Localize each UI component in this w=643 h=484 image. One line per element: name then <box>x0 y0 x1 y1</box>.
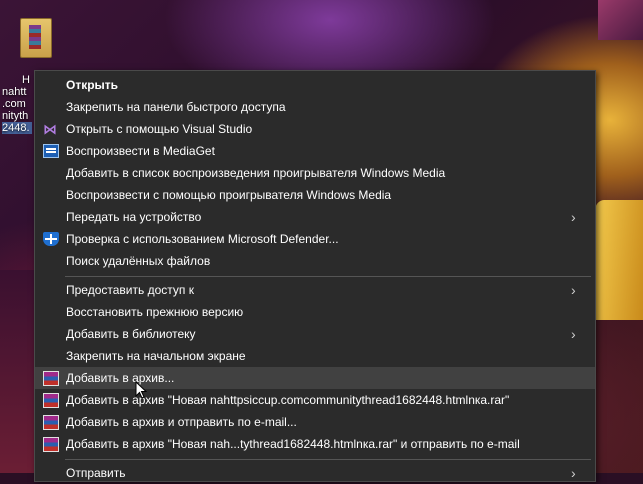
chevron-right-icon: › <box>571 465 576 481</box>
menu-item-label: Восстановить прежнюю версию <box>66 305 244 319</box>
menu-item-label: Открыть с помощью Visual Studio <box>66 122 253 136</box>
menu-item-add-to-archive[interactable]: Добавить в архив... <box>35 367 595 389</box>
visual-studio-icon: ⋈ <box>43 121 57 137</box>
winrar-icon <box>43 437 59 452</box>
desktop-icon-label: nahtt <box>2 86 27 98</box>
desktop-icon-label: nityth <box>2 110 29 122</box>
desktop-icon-label: .com <box>2 98 26 110</box>
menu-item-label: Проверка с использованием Microsoft Defe… <box>66 232 339 246</box>
menu-item-send-to[interactable]: Отправить › <box>35 462 595 484</box>
menu-item-open-visual-studio[interactable]: ⋈ Открыть с помощью Visual Studio <box>35 118 595 140</box>
chevron-right-icon: › <box>571 282 576 298</box>
defender-icon <box>43 232 59 246</box>
menu-item-pin-to-start[interactable]: Закрепить на начальном экране <box>35 345 595 367</box>
menu-item-give-access[interactable]: Предоставить доступ к › <box>35 279 595 301</box>
context-menu: Открыть Закрепить на панели быстрого дос… <box>34 70 596 482</box>
menu-item-named-archive-and-email[interactable]: Добавить в архив "Новая nah...tythread16… <box>35 433 595 455</box>
chevron-right-icon: › <box>571 326 576 342</box>
menu-item-label: Передать на устройство <box>66 210 202 224</box>
chevron-right-icon: › <box>571 209 576 225</box>
menu-item-label: Добавить в архив и отправить по e-mail..… <box>66 415 297 429</box>
menu-item-add-to-wmp-playlist[interactable]: Добавить в список воспроизведения проигр… <box>35 162 595 184</box>
menu-item-label: Добавить в архив "Новая nahttpsiccup.com… <box>66 393 510 407</box>
menu-item-play-wmp[interactable]: Воспроизвести с помощью проигрывателя Wi… <box>35 184 595 206</box>
menu-item-label: Открыть <box>66 78 119 92</box>
menu-separator <box>65 276 591 277</box>
desktop-icon-label: 2448. <box>2 122 32 134</box>
mediaget-icon <box>43 144 59 158</box>
menu-item-play-mediaget[interactable]: Воспроизвести в MediaGet <box>35 140 595 162</box>
wallpaper-art <box>598 0 643 40</box>
menu-item-add-to-library[interactable]: Добавить в библиотеку › <box>35 323 595 345</box>
menu-item-search-deleted-files[interactable]: Поиск удалённых файлов <box>35 250 595 272</box>
winrar-icon <box>43 371 59 386</box>
menu-item-pin-quick-access[interactable]: Закрепить на панели быстрого доступа <box>35 96 595 118</box>
menu-item-restore-previous-version[interactable]: Восстановить прежнюю версию <box>35 301 595 323</box>
menu-item-label: Предоставить доступ к <box>66 283 194 297</box>
menu-item-label: Добавить в архив "Новая nah...tythread16… <box>66 437 520 451</box>
menu-item-open[interactable]: Открыть <box>35 74 595 96</box>
wallpaper-art <box>0 270 34 473</box>
mouse-cursor-icon <box>135 380 148 399</box>
menu-item-label: Добавить в архив... <box>66 371 175 385</box>
menu-item-label: Закрепить на начальном экране <box>66 349 246 363</box>
menu-item-label: Воспроизвести с помощью проигрывателя Wi… <box>66 188 392 202</box>
menu-item-label: Закрепить на панели быстрого доступа <box>66 100 286 114</box>
menu-item-defender-scan[interactable]: Проверка с использованием Microsoft Defe… <box>35 228 595 250</box>
menu-item-cast-to-device[interactable]: Передать на устройство › <box>35 206 595 228</box>
menu-item-add-to-named-archive[interactable]: Добавить в архив "Новая nahttpsiccup.com… <box>35 389 595 411</box>
menu-item-label: Добавить в список воспроизведения проигр… <box>66 166 446 180</box>
menu-item-label: Добавить в библиотеку <box>66 327 196 341</box>
menu-item-label: Отправить <box>66 466 126 480</box>
menu-item-label: Поиск удалённых файлов <box>66 254 211 268</box>
menu-separator <box>65 459 591 460</box>
winrar-icon <box>43 415 59 430</box>
winrar-icon <box>43 393 59 408</box>
menu-item-label: Воспроизвести в MediaGet <box>66 144 215 158</box>
menu-item-archive-and-email[interactable]: Добавить в архив и отправить по e-mail..… <box>35 411 595 433</box>
file-icon <box>20 18 52 58</box>
